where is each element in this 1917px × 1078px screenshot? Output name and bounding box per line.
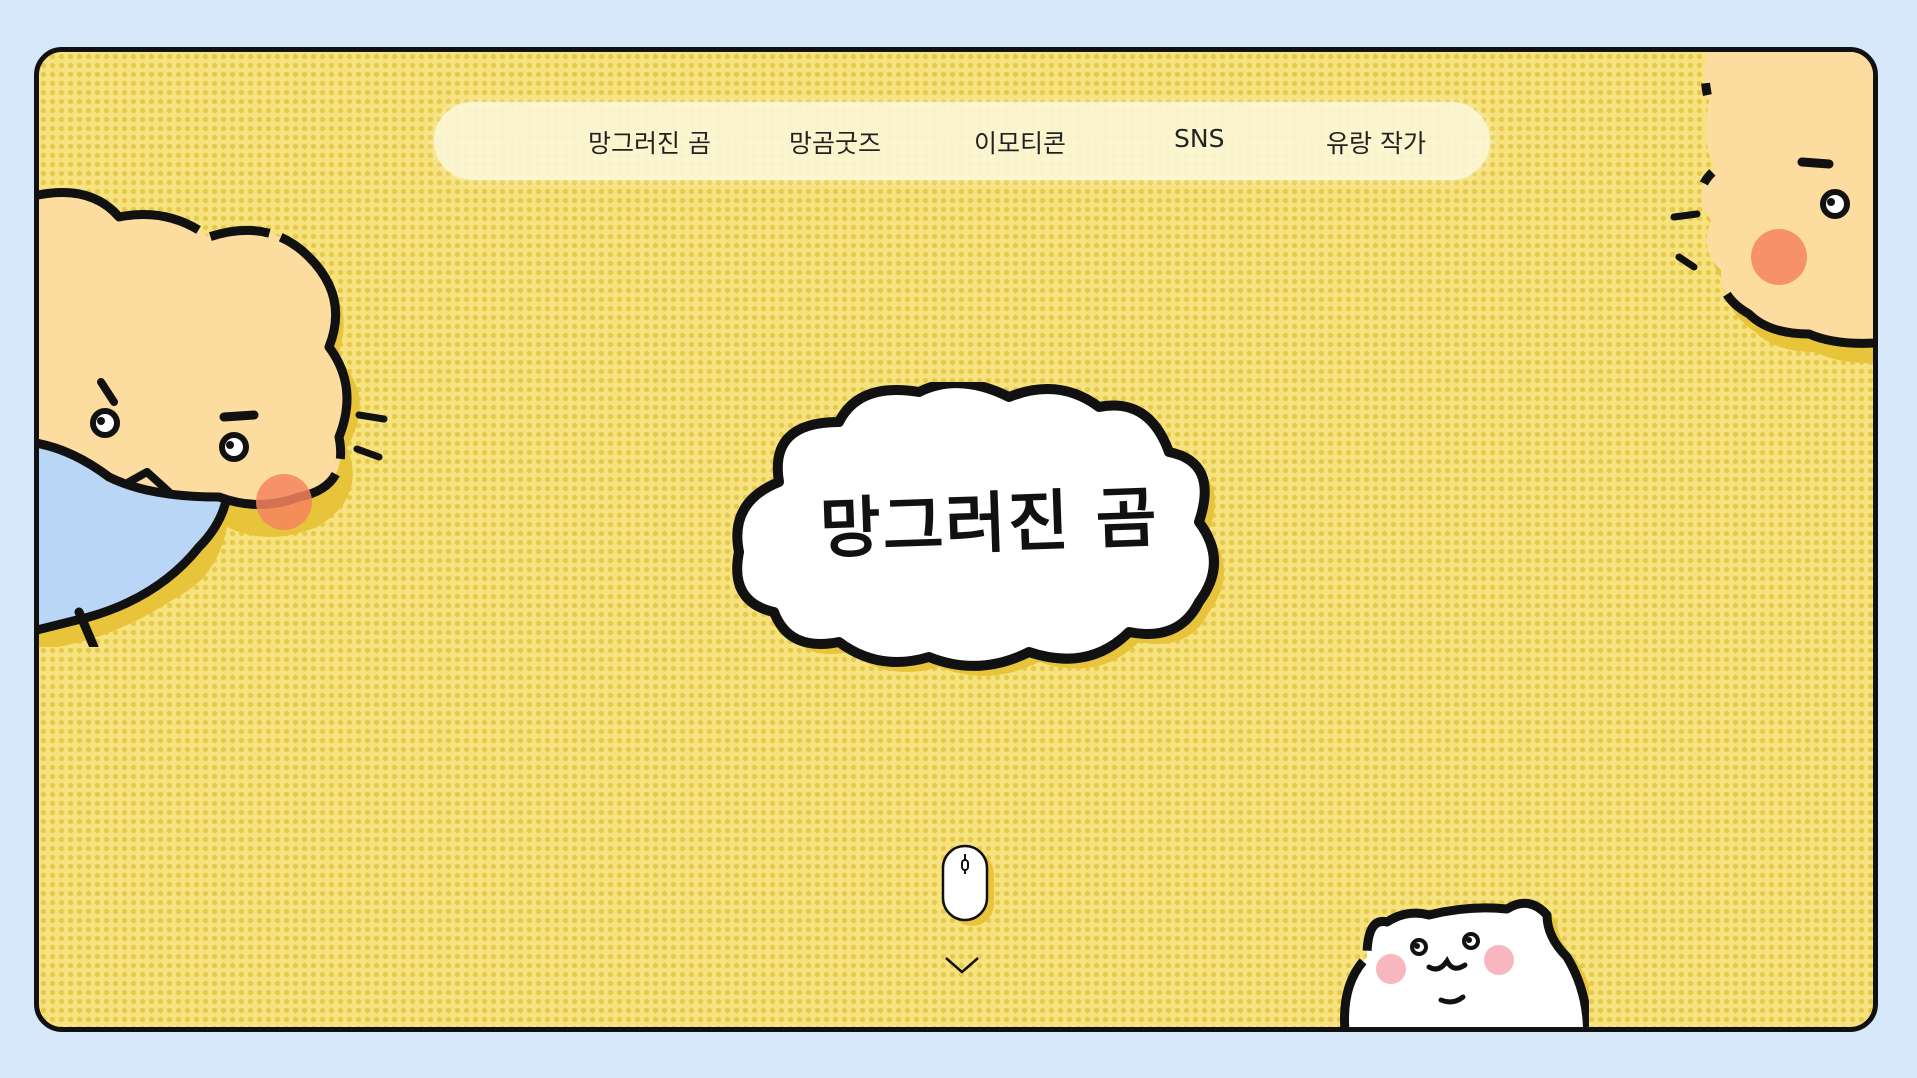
top-nav: 망그러진 곰 망곰굿즈 이모티콘 SNS 유랑 작가 xyxy=(434,102,1490,180)
main-frame: 망그러진 곰 망곰굿즈 이모티콘 SNS 유랑 작가 망그러진 곰 xyxy=(34,47,1878,1032)
hero-logo: 망그러진 곰 xyxy=(729,382,1249,682)
nav-item-emoticon[interactable]: 이모티콘 xyxy=(974,124,1066,160)
bear-left-illustration xyxy=(39,188,388,647)
chevron-down-icon[interactable] xyxy=(940,952,984,978)
nav-item-mangeureojin-gom[interactable]: 망그러진 곰 xyxy=(588,124,711,160)
bear-bottom-white-illustration xyxy=(1340,898,1589,1027)
nav-item-wandering-artist[interactable]: 유랑 작가 xyxy=(1326,124,1426,160)
mouse-scroll-icon[interactable] xyxy=(937,842,997,932)
nav-item-goods[interactable]: 망곰굿즈 xyxy=(789,124,881,160)
bear-top-right-illustration xyxy=(1670,52,1873,364)
logo-title: 망그러진 곰 xyxy=(818,479,1160,568)
nav-item-sns[interactable]: SNS xyxy=(1174,124,1224,153)
